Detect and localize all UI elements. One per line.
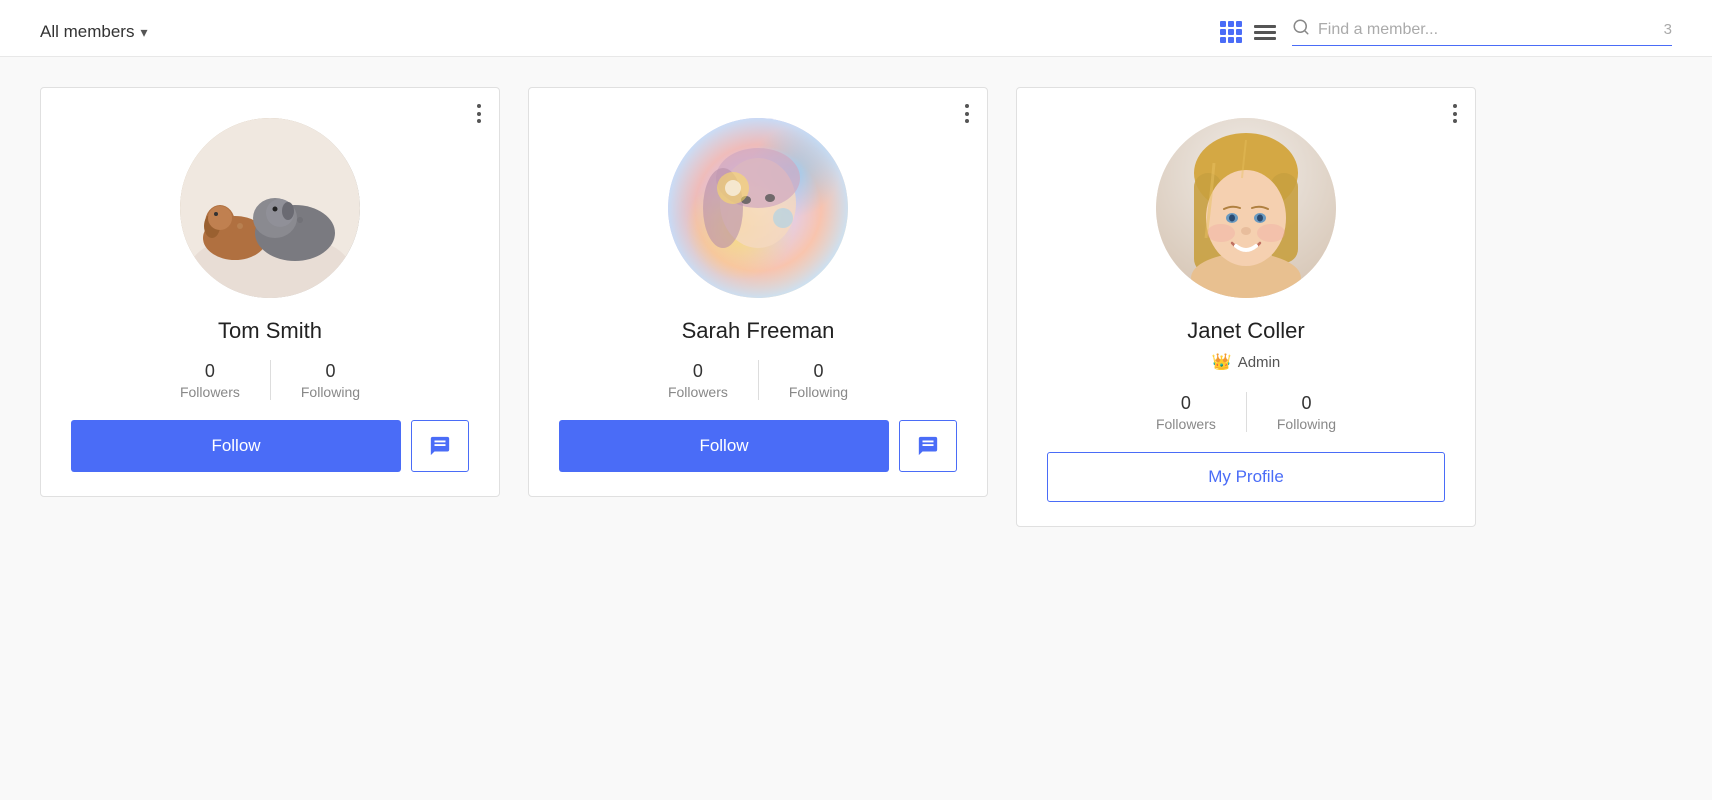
profile-button-janet-coller[interactable]: My Profile bbox=[1047, 452, 1445, 502]
search-area: 3 bbox=[1292, 18, 1672, 46]
view-icons bbox=[1220, 21, 1276, 43]
list-view-icon[interactable] bbox=[1254, 25, 1276, 40]
message-icon bbox=[917, 435, 939, 457]
stats-row-sarah-freeman: 0 Followers 0 Following bbox=[559, 360, 957, 400]
action-row-sarah-freeman: Follow bbox=[559, 420, 957, 472]
stats-row-tom-smith: 0 Followers 0 Following bbox=[71, 360, 469, 400]
filter-dropdown[interactable]: All members ▾ bbox=[40, 22, 148, 42]
following-label-tom-smith: Following bbox=[301, 384, 360, 400]
following-label-janet-coller: Following bbox=[1277, 416, 1336, 432]
admin-badge-janet-coller: 👑 Admin bbox=[1212, 352, 1280, 372]
crown-icon: 👑 bbox=[1212, 352, 1232, 372]
followers-count-tom-smith: 0 bbox=[205, 361, 215, 382]
followers-block-tom-smith: 0 Followers bbox=[150, 361, 270, 400]
follow-button-tom-smith[interactable]: Follow bbox=[71, 420, 401, 472]
member-name-janet-coller: Janet Coller bbox=[1187, 318, 1304, 344]
followers-block-janet-coller: 0 Followers bbox=[1126, 393, 1246, 432]
top-bar: All members ▾ 3 bbox=[0, 0, 1712, 57]
card-menu-sarah-freeman[interactable] bbox=[965, 104, 969, 123]
top-bar-right: 3 bbox=[1220, 18, 1672, 46]
avatar-janet-coller bbox=[1156, 118, 1336, 298]
grid-view-icon[interactable] bbox=[1220, 21, 1242, 43]
following-label-sarah-freeman: Following bbox=[789, 384, 848, 400]
followers-count-janet-coller: 0 bbox=[1181, 393, 1191, 414]
action-row-tom-smith: Follow bbox=[71, 420, 469, 472]
message-icon bbox=[429, 435, 451, 457]
followers-label-tom-smith: Followers bbox=[180, 384, 240, 400]
follow-button-sarah-freeman[interactable]: Follow bbox=[559, 420, 889, 472]
followers-count-sarah-freeman: 0 bbox=[693, 361, 703, 382]
admin-label: Admin bbox=[1238, 354, 1281, 371]
card-menu-janet-coller[interactable] bbox=[1453, 104, 1457, 123]
member-card-tom-smith: Tom Smith 0 Followers 0 Following Follow bbox=[40, 87, 500, 497]
following-count-sarah-freeman: 0 bbox=[813, 361, 823, 382]
following-count-janet-coller: 0 bbox=[1301, 393, 1311, 414]
member-name-sarah-freeman: Sarah Freeman bbox=[682, 318, 835, 344]
avatar-sarah-freeman bbox=[668, 118, 848, 298]
action-row-janet-coller: My Profile bbox=[1047, 452, 1445, 502]
message-button-tom-smith[interactable] bbox=[411, 420, 469, 472]
stats-row-janet-coller: 0 Followers 0 Following bbox=[1047, 392, 1445, 432]
followers-label-sarah-freeman: Followers bbox=[668, 384, 728, 400]
following-block-tom-smith: 0 Following bbox=[271, 361, 390, 400]
following-count-tom-smith: 0 bbox=[325, 361, 335, 382]
following-block-sarah-freeman: 0 Following bbox=[759, 361, 878, 400]
search-input[interactable] bbox=[1318, 21, 1652, 39]
chevron-down-icon: ▾ bbox=[140, 24, 147, 41]
followers-block-sarah-freeman: 0 Followers bbox=[638, 361, 758, 400]
member-name-tom-smith: Tom Smith bbox=[218, 318, 322, 344]
followers-label-janet-coller: Followers bbox=[1156, 416, 1216, 432]
member-card-sarah-freeman: Sarah Freeman 0 Followers 0 Following Fo… bbox=[528, 87, 988, 497]
avatar-tom-smith bbox=[180, 118, 360, 298]
following-block-janet-coller: 0 Following bbox=[1247, 393, 1366, 432]
cards-area: Tom Smith 0 Followers 0 Following Follow bbox=[0, 57, 1712, 557]
message-button-sarah-freeman[interactable] bbox=[899, 420, 957, 472]
search-icon bbox=[1292, 18, 1310, 41]
filter-label: All members bbox=[40, 22, 134, 42]
member-count: 3 bbox=[1664, 21, 1672, 38]
card-menu-tom-smith[interactable] bbox=[477, 104, 481, 123]
member-card-janet-coller: Janet Coller 👑 Admin 0 Followers 0 Follo… bbox=[1016, 87, 1476, 527]
